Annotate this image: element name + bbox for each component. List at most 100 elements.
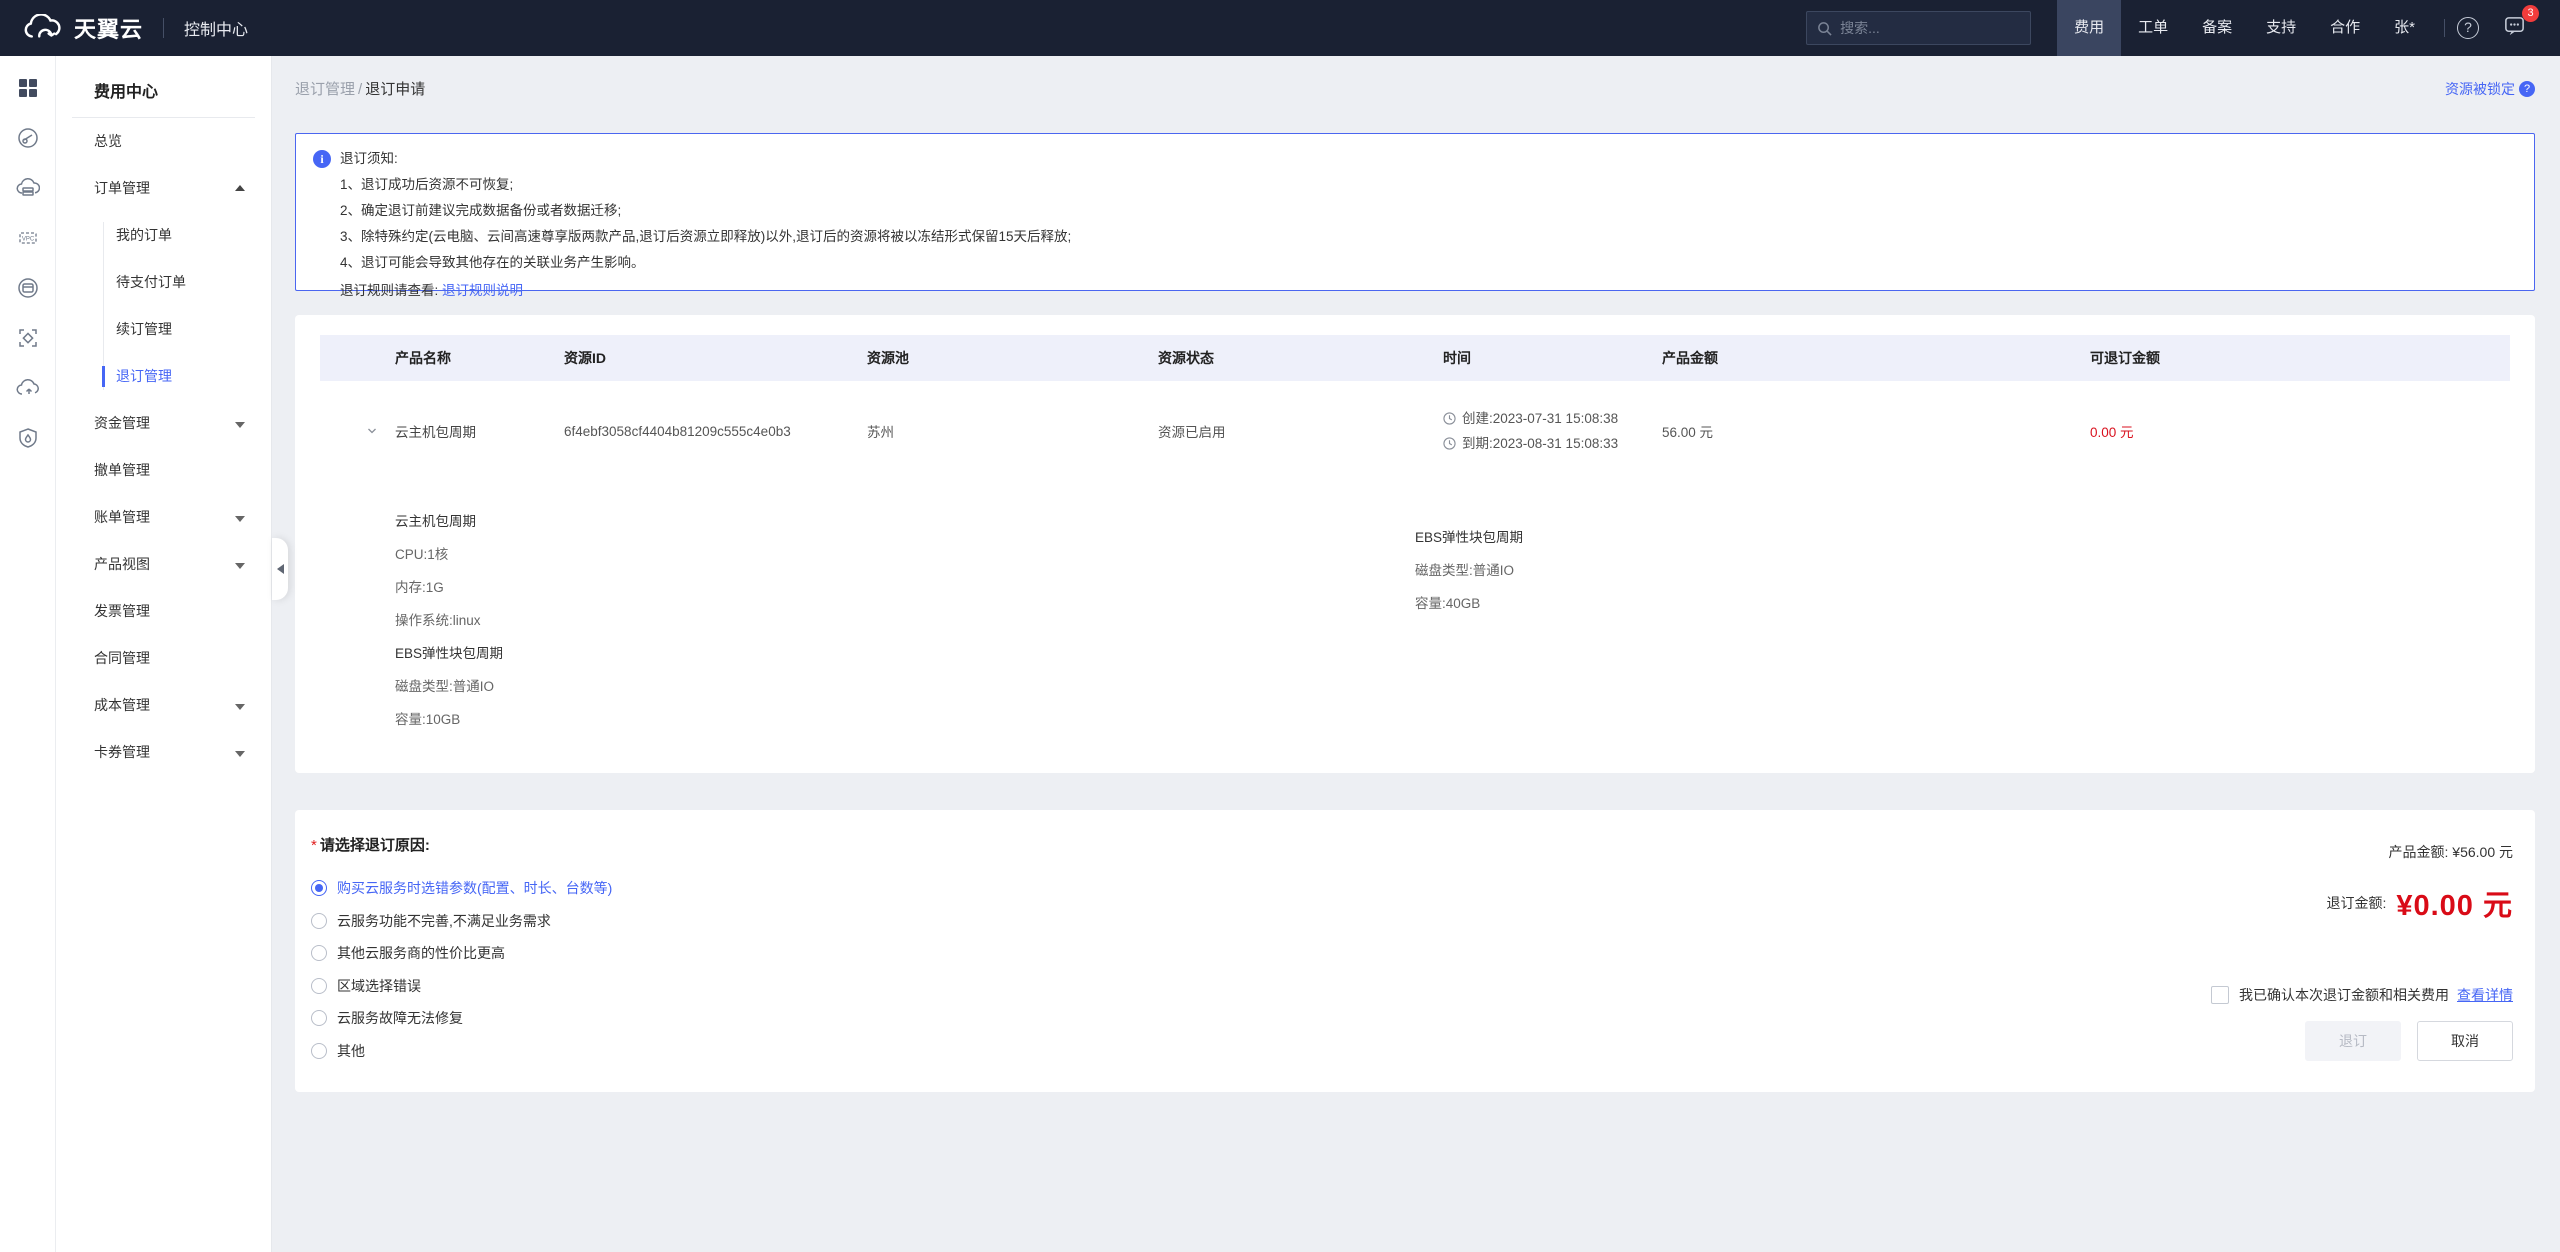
radio-other[interactable]: 其他 [311, 1035, 612, 1068]
radio-wrong-parameters[interactable]: 购买云服务时选错参数(配置、时长、台数等) [311, 872, 612, 905]
radio-icon [311, 1010, 327, 1026]
nav-item-tickets[interactable]: 工单 [2121, 0, 2185, 56]
detail-cpu: CPU:1核 [395, 538, 1415, 571]
sidebar-item-funds-management[interactable]: 资金管理 [56, 400, 271, 447]
object-storage-icon[interactable] [16, 376, 40, 400]
chevron-up-icon [235, 185, 245, 191]
nav-item-user[interactable]: 张* [2377, 0, 2432, 56]
chevron-down-icon [235, 516, 245, 522]
order-management-subgroup: 我的订单 待支付订单 续订管理 退订管理 [56, 212, 271, 400]
sidebar-item-overview[interactable]: 总览 [56, 118, 271, 165]
notice-title: 退订须知: [340, 146, 1071, 172]
sidebar-item-cancel-order[interactable]: 撤单管理 [56, 447, 271, 494]
brand-name[interactable]: 天翼云 [74, 12, 143, 44]
search-input[interactable]: 搜索... [1806, 11, 2031, 45]
radio-icon [311, 1043, 327, 1059]
row-refundable-amount: 0.00 元 [2090, 421, 2510, 441]
nav-item-billing[interactable]: 费用 [2057, 0, 2121, 56]
sidebar-item-cost-management[interactable]: 成本管理 [56, 682, 271, 729]
required-asterisk: * [311, 837, 317, 854]
search-placeholder: 搜索... [1840, 18, 1880, 38]
clock-icon [1443, 412, 1456, 425]
confirm-checkbox[interactable] [2211, 986, 2229, 1004]
col-resource-status: 资源状态 [1158, 348, 1443, 368]
radio-icon [311, 913, 327, 929]
radio-icon [311, 945, 327, 961]
cloud-server-icon[interactable] [16, 176, 40, 200]
radio-better-price-elsewhere[interactable]: 其他云服务商的性价比更高 [311, 937, 612, 970]
billing-sidebar: 费用中心 总览 订单管理 我的订单 待支付订单 续订管理 退订管理 资金管理 撤… [56, 56, 272, 1252]
sidebar-item-contract-management[interactable]: 合同管理 [56, 635, 271, 682]
row-resource-status: 资源已启用 [1158, 421, 1443, 441]
col-resource-id: 资源ID [564, 348, 867, 368]
sidebar-collapse-handle[interactable] [272, 538, 288, 600]
view-details-link[interactable]: 查看详情 [2457, 985, 2513, 1005]
dashboard-gauge-icon[interactable] [16, 126, 40, 150]
row-expand-chevron-icon[interactable] [367, 426, 377, 436]
refund-amount-value: ¥0.00 元 [2396, 882, 2513, 924]
sidebar-item-product-view[interactable]: 产品视图 [56, 541, 271, 588]
detail-disk-type: 磁盘类型:普通IO [1415, 554, 1523, 587]
product-amount-value: ¥56.00 元 [2452, 844, 2513, 860]
unsubscribe-notice-box: i 退订须知: 1、退订成功后资源不可恢复; 2、确定退订前建议完成数据备份或者… [295, 133, 2535, 291]
refund-amount-summary: 退订金额: ¥0.00 元 [2326, 882, 2513, 924]
sidebar-item-renewal-management[interactable]: 续订管理 [56, 306, 271, 353]
refund-reason-title: *请选择退订原因: [311, 834, 430, 855]
refund-reason-card: *请选择退订原因: 购买云服务时选错参数(配置、时长、台数等) 云服务功能不完善… [295, 810, 2535, 1092]
row-product-amount: 56.00 元 [1662, 421, 2090, 441]
col-product-amount: 产品金额 [1662, 348, 2090, 368]
cancel-button[interactable]: 取消 [2417, 1021, 2513, 1061]
refund-reason-options: 购买云服务时选错参数(配置、时长、台数等) 云服务功能不完善,不满足业务需求 其… [311, 872, 612, 1067]
detail-os: 操作系统:linux [395, 604, 1415, 637]
search-icon [1817, 21, 1832, 36]
confirm-checkbox-label: 我已确认本次退订金额和相关费用 [2239, 985, 2449, 1005]
info-icon: i [313, 150, 331, 168]
chevron-down-icon [235, 704, 245, 710]
sidebar-item-invoice-management[interactable]: 发票管理 [56, 588, 271, 635]
table-row: 云主机包周期 6f4ebf3058cf4404b81209c555c4e0b3 … [320, 381, 2510, 481]
sidebar-item-my-orders[interactable]: 我的订单 [56, 212, 271, 259]
radio-incomplete-function[interactable]: 云服务功能不完善,不满足业务需求 [311, 905, 612, 938]
resource-locked-link[interactable]: 资源被锁定 ? [2445, 79, 2535, 99]
radio-wrong-region[interactable]: 区域选择错误 [311, 970, 612, 1003]
nav-item-support[interactable]: 支持 [2249, 0, 2313, 56]
message-badge: 3 [2522, 5, 2539, 22]
row-time: 创建:2023-07-31 15:08:38 到期:2023-08-31 15:… [1443, 406, 1662, 456]
collapse-arrow-icon [277, 564, 284, 574]
breadcrumb-current: 退订申请 [365, 81, 425, 98]
row-resource-id: 6f4ebf3058cf4404b81209c555c4e0b3 [564, 424, 867, 439]
clock-icon [1443, 437, 1456, 450]
radio-icon [311, 978, 327, 994]
nav-separator [2444, 19, 2445, 37]
security-shield-icon[interactable] [16, 426, 40, 450]
elastic-ip-icon[interactable] [16, 326, 40, 350]
detail-group-title: EBS弹性块包周期 [1415, 521, 1523, 554]
message-icon[interactable]: 3 [2503, 14, 2526, 42]
vpc-network-icon[interactable]: VPC [16, 226, 40, 250]
radio-selected-icon [311, 880, 327, 896]
cloud-disk-icon[interactable] [16, 276, 40, 300]
product-amount-summary: 产品金额: ¥56.00 元 [2389, 842, 2514, 862]
detail-group-title: EBS弹性块包周期 [395, 637, 1415, 670]
breadcrumb-parent[interactable]: 退订管理 [295, 81, 355, 98]
nav-item-cooperation[interactable]: 合作 [2313, 0, 2377, 56]
help-icon[interactable]: ? [2457, 17, 2479, 39]
unsubscribe-rules-link[interactable]: 退订规则说明 [442, 283, 523, 298]
question-mark-icon[interactable]: ? [2519, 81, 2535, 97]
sidebar-title: 费用中心 [94, 78, 271, 102]
sidebar-item-coupon-management[interactable]: 卡券管理 [56, 729, 271, 776]
console-center-link[interactable]: 控制中心 [184, 16, 248, 40]
sidebar-item-bill-management[interactable]: 账单管理 [56, 494, 271, 541]
row-product-name: 云主机包周期 [395, 421, 564, 441]
table-header-row: 产品名称 资源ID 资源池 资源状态 时间 产品金额 可退订金额 [320, 335, 2510, 381]
nav-item-icp[interactable]: 备案 [2185, 0, 2249, 56]
unsubscribe-button[interactable]: 退订 [2305, 1021, 2401, 1061]
radio-unfixable-failure[interactable]: 云服务故障无法修复 [311, 1002, 612, 1035]
col-refundable-amount: 可退订金额 [2090, 348, 2510, 368]
sidebar-item-pending-payment[interactable]: 待支付订单 [56, 259, 271, 306]
detail-group-title: 云主机包周期 [395, 505, 1415, 538]
sidebar-item-order-management[interactable]: 订单管理 [56, 165, 271, 212]
sidebar-item-unsubscribe-management[interactable]: 退订管理 [56, 353, 271, 400]
apps-grid-icon[interactable] [16, 76, 40, 100]
detail-capacity: 容量:10GB [395, 703, 1415, 736]
